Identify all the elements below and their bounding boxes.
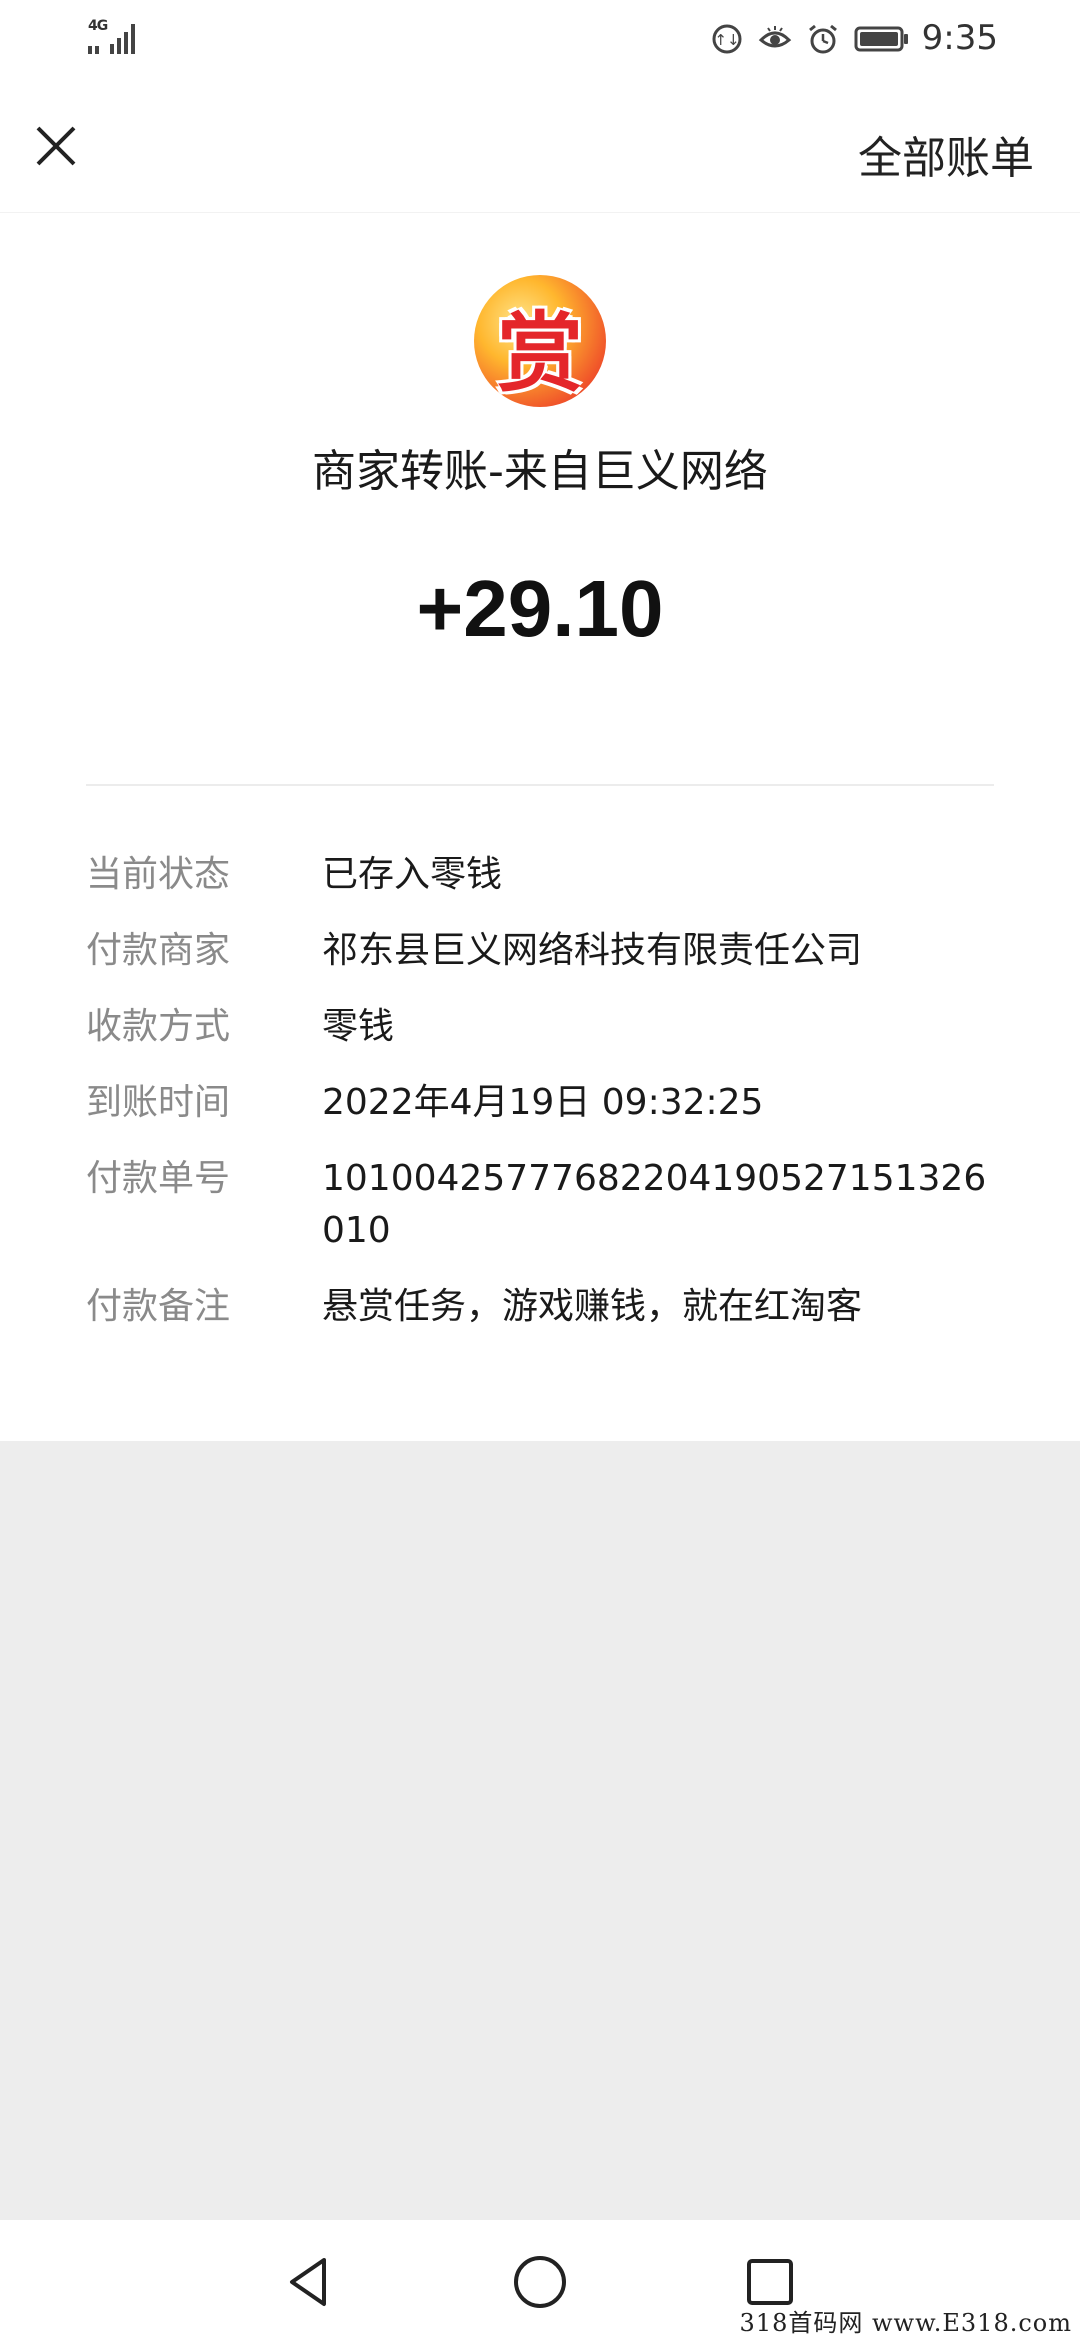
detail-row-remark: 付款备注 悬赏任务，游戏赚钱，就在红淘客: [86, 1281, 1006, 1333]
home-circle-icon[interactable]: [510, 2252, 570, 2312]
detail-label: 付款单号: [86, 1158, 231, 1199]
transaction-amount: +29.10: [416, 564, 664, 653]
detail-value: 悬赏任务，游戏赚钱，就在红淘客: [322, 1286, 863, 1327]
detail-row-method: 收款方式 零钱: [86, 1001, 1006, 1053]
back-triangle-icon[interactable]: [280, 2252, 340, 2312]
detail-label: 当前状态: [86, 854, 231, 895]
detail-value: 零钱: [322, 1006, 395, 1047]
data-saver-icon: ↑↓: [712, 24, 742, 54]
detail-row-time: 到账时间 2022年4月19日 09:32:25: [86, 1077, 1006, 1129]
detail-row-order-no: 付款单号 10100425777682204190527151326010: [86, 1153, 1006, 1257]
all-bills-link[interactable]: 全部账单: [858, 122, 1034, 186]
avatar-logo-char: 赏: [497, 304, 583, 404]
system-nav-bar: 318首码网 www.E318.com: [0, 2220, 1080, 2340]
detail-value[interactable]: 10100425777682204190527151326010: [322, 1153, 1006, 1257]
network-type: 4G: [88, 18, 108, 34]
detail-value: 2022年4月19日 09:32:25: [322, 1082, 764, 1123]
close-icon[interactable]: [30, 120, 82, 172]
eye-comfort-icon: [758, 26, 792, 48]
battery-icon: [854, 26, 908, 52]
top-bar: 全部账单: [0, 84, 1080, 213]
watermark: 318首码网 www.E318.com: [739, 2309, 1072, 2337]
svg-text:↑↓: ↑↓: [714, 31, 739, 49]
detail-value: 已存入零钱: [322, 854, 503, 895]
transaction-card: 赏 商家转账-来自巨义网络 +29.10 当前状态 已存入零钱 付款商家 祁东县…: [0, 213, 1080, 1441]
detail-label: 付款备注: [86, 1286, 231, 1327]
detail-row-merchant: 付款商家 祁东县巨义网络科技有限责任公司: [86, 925, 1006, 977]
detail-row-status: 当前状态 已存入零钱: [86, 849, 1006, 901]
detail-value[interactable]: 祁东县巨义网络科技有限责任公司: [322, 925, 1006, 977]
merchant-title: 商家转账-来自巨义网络: [312, 446, 768, 497]
detail-label: 付款商家: [86, 930, 231, 971]
merchant-avatar: 赏: [474, 275, 606, 407]
clock: 9:35: [921, 18, 998, 58]
status-icons: ↑↓: [710, 22, 910, 56]
alarm-icon: [809, 24, 837, 54]
detail-label: 到账时间: [86, 1082, 231, 1123]
status-bar: 4G ↑↓ 9:35: [0, 0, 1080, 84]
details-list: 当前状态 已存入零钱 付款商家 祁东县巨义网络科技有限责任公司 收款方式 零钱 …: [86, 849, 1006, 1357]
detail-label: 收款方式: [86, 1006, 231, 1047]
divider: [86, 784, 994, 786]
